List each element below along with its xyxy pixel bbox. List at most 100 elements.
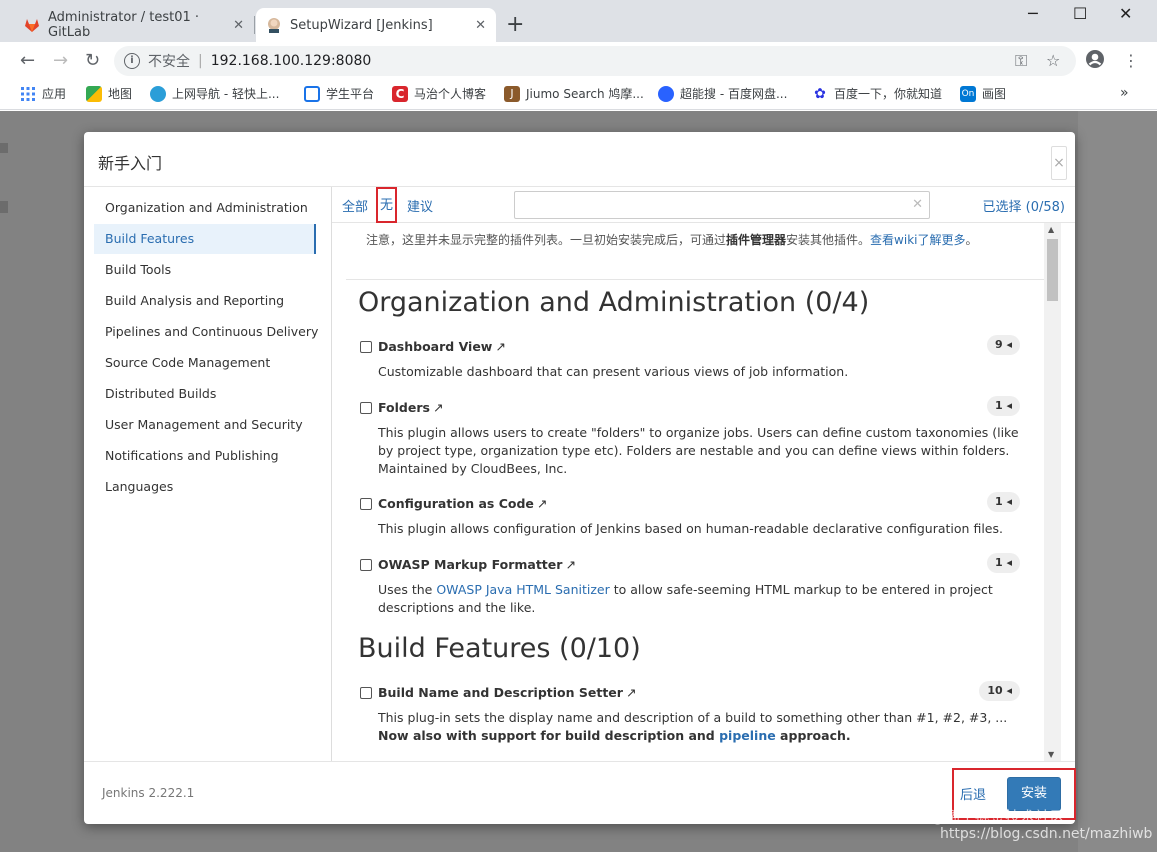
sidebar-item-organization[interactable]: Organization and Administration [94,193,316,223]
bookmark-paint[interactable]: On 画图 [960,85,1006,102]
plugin-checkbox[interactable] [360,687,372,699]
external-link-icon[interactable]: ↗ [537,496,547,511]
bookmark-blog[interactable]: C 马治个人博客 [392,85,486,102]
bookmark-apps[interactable]: 应用 [20,85,66,102]
sidebar-item-scm[interactable]: Source Code Management [94,348,316,378]
address-bar[interactable]: i 不安全 | 192.168.100.129:8080 [114,46,1076,76]
tab-title: SetupWizard [Jenkins] [290,17,433,33]
setup-wizard-modal: 新手入门 × Organization and Administration B… [84,132,1076,824]
new-tab-button[interactable]: + [506,12,524,37]
star-icon[interactable]: ☆ [1046,51,1060,70]
notice-text: 。 [965,233,978,247]
profile-icon[interactable] [1085,49,1105,73]
backdrop-fragment [0,143,8,153]
dependency-badge[interactable]: 1 ◂ [986,492,1020,512]
bookmark-label: 超能搜 - 百度网盘... [680,87,788,101]
plugin-name[interactable]: Folders ↗ [378,400,443,415]
scrollbar-thumb[interactable] [1047,239,1058,301]
dependency-badge[interactable]: 9 ◂ [986,335,1020,355]
sidebar-item-distributed[interactable]: Distributed Builds [94,379,316,409]
info-icon[interactable]: i [124,53,140,69]
bookmark-label: 学生平台 [326,87,375,101]
plugin-name[interactable]: Build Name and Description Setter ↗ [378,685,636,700]
close-tab-icon[interactable]: ✕ [475,18,486,33]
apps-grid-icon [20,86,36,102]
desc-text: This plug-in sets the display name and d… [378,710,1008,725]
plugin-name-text: Folders [378,400,430,415]
scroll-down-arrow-icon[interactable]: ▼ [1048,750,1054,759]
plugin-checkbox[interactable] [360,498,372,510]
jenkins-version: Jenkins 2.222.1 [102,786,195,800]
tab-title: Administrator / test01 · GitLab [48,10,200,40]
backdrop-fragment [0,201,8,213]
sidebar-item-build-tools[interactable]: Build Tools [94,255,316,285]
plugin-name[interactable]: Configuration as Code ↗ [378,496,547,511]
clear-search-icon[interactable]: ✕ [912,197,923,212]
wiki-link[interactable]: 查看wiki了解更多 [870,233,965,247]
external-link-icon[interactable]: ↗ [626,685,636,700]
plugin-checkbox[interactable] [360,402,372,414]
external-link-icon[interactable]: ↗ [565,557,575,572]
bookmark-jiumo[interactable]: J Jiumo Search 鸠摩... [504,85,644,102]
tab-gitlab[interactable]: Administrator / test01 · GitLab ✕ [14,8,254,42]
dependency-badge[interactable]: 1 ◂ [986,396,1020,416]
category-heading: Organization and Administration (0/4) [358,287,870,318]
plugin-name[interactable]: Dashboard View ↗ [378,339,506,354]
bookmark-nav[interactable]: 上网导航 - 轻快上... [150,85,279,102]
bookmark-chaonengsou[interactable]: 超能搜 - 百度网盘... [658,85,787,102]
bookmark-maps[interactable]: 地图 [86,85,132,102]
window-close-icon[interactable]: ✕ [1119,4,1132,23]
bookmark-baidu[interactable]: ✿ 百度一下，你就知道 [812,85,942,102]
plugin-description: Customizable dashboard that can present … [378,364,849,379]
address-separator: | [198,53,203,69]
maximize-icon[interactable]: ☐ [1073,4,1087,23]
bookmarks-overflow-icon[interactable]: » [1120,85,1129,101]
filter-none-link[interactable]: 无 [376,187,398,223]
reload-icon[interactable]: ↻ [85,50,100,71]
sidebar-item-notifications[interactable]: Notifications and Publishing [94,441,316,471]
pipeline-link[interactable]: pipeline [719,728,776,743]
bookmarks-bar: 应用 地图 上网导航 - 轻快上... 学生平台 C 马治个人博客 J Jium… [0,80,1157,110]
desc-text: approach. [775,728,851,743]
menu-kebab-icon[interactable]: ⋮ [1123,51,1139,70]
sidebar-item-languages[interactable]: Languages [94,472,316,502]
dependency-badge[interactable]: 1 ◂ [986,553,1020,573]
edge-icon [150,85,166,102]
jenkins-icon [266,17,282,33]
bookmark-label: 百度一下，你就知道 [834,87,943,101]
notice-bold: 插件管理器 [726,233,787,247]
forward-arrow-icon[interactable]: → [53,50,68,71]
key-icon[interactable]: ⚿ [1015,51,1027,71]
close-tab-icon[interactable]: ✕ [233,18,244,33]
plugin-name[interactable]: OWASP Markup Formatter ↗ [378,557,576,572]
sidebar-item-build-features[interactable]: Build Features [94,224,316,254]
back-button[interactable]: 后退 [960,784,986,803]
plugin-search-input[interactable]: ✕ [514,191,930,219]
back-arrow-icon[interactable]: ← [20,50,35,71]
url-text: 192.168.100.129:8080 [210,53,372,69]
external-link-icon[interactable]: ↗ [495,339,505,354]
bookmark-label: 上网导航 - 轻快上... [172,87,280,101]
plugin-name-text: Dashboard View [378,339,493,354]
tab-jenkins[interactable]: SetupWizard [Jenkins] ✕ [256,8,496,42]
filter-all-link[interactable]: 全部 [342,196,368,215]
plugin-description: Uses the OWASP Java HTML Sanitizer to al… [378,581,1020,617]
selected-count-link[interactable]: 已选择 (0/58) [983,196,1065,215]
plugin-checkbox[interactable] [360,559,372,571]
scroll-up-arrow-icon[interactable]: ▲ [1048,225,1054,234]
sidebar-item-build-analysis[interactable]: Build Analysis and Reporting [94,286,316,316]
modal-close-button[interactable]: × [1051,146,1067,180]
minimize-icon[interactable]: ─ [1028,4,1038,23]
plugin-checkbox[interactable] [360,341,372,353]
watermark-url: https://blog.csdn.net/mazhiwb [940,826,1153,842]
plugin-list: 注意，这里并未显示完整的插件列表。一旦初始安装完成后，可通过插件管理器安装其他插… [346,223,1044,761]
owasp-link[interactable]: OWASP Java HTML Sanitizer [436,582,609,597]
sidebar-item-user-management[interactable]: User Management and Security [94,410,316,440]
filter-suggested-link[interactable]: 建议 [407,196,433,215]
plugin-list-scrollbar[interactable]: ▲ ▼ [1044,223,1061,761]
dependency-badge[interactable]: 10 ◂ [979,681,1020,701]
category-heading: Build Features (0/10) [358,633,641,664]
bookmark-student[interactable]: 学生平台 [304,85,374,102]
sidebar-item-pipelines[interactable]: Pipelines and Continuous Delivery [94,317,318,347]
external-link-icon[interactable]: ↗ [433,400,443,415]
